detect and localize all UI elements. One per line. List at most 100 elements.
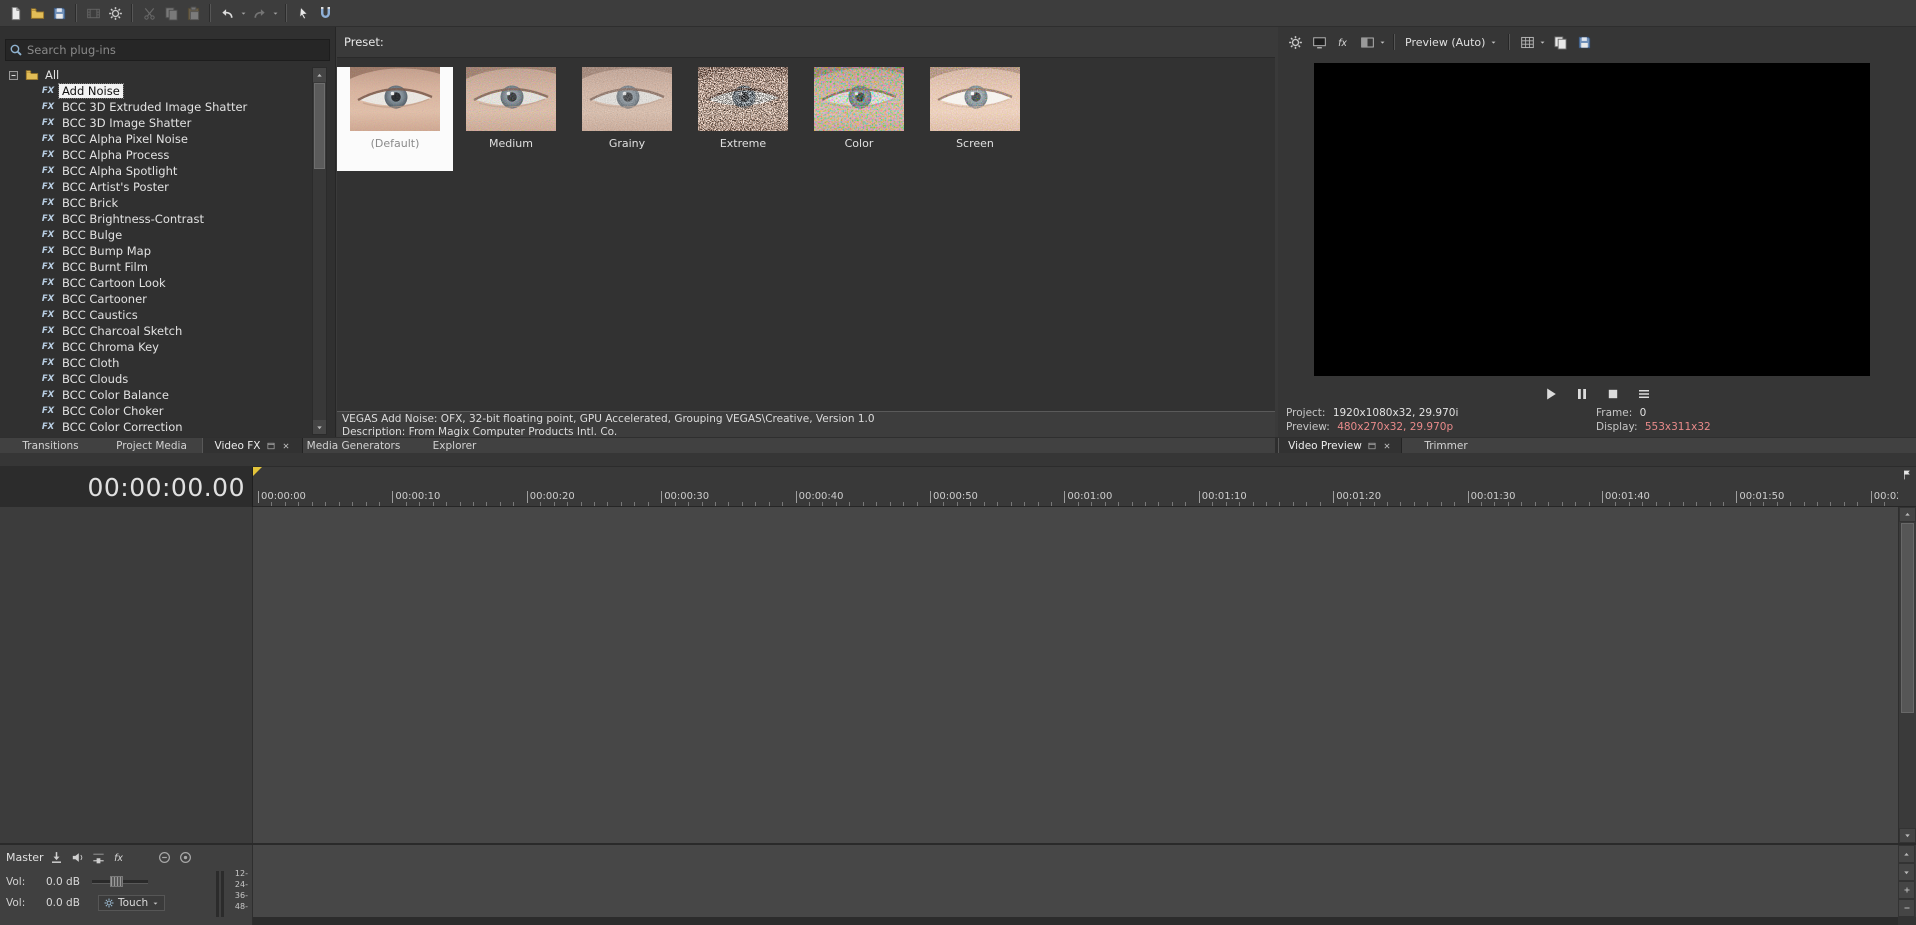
scrollbar-thumb[interactable] [314,83,325,169]
preset-item[interactable]: Grainy [569,67,685,171]
plugin-list-item[interactable]: FXBCC Cartooner [2,291,306,307]
save-project-button[interactable] [48,2,70,24]
plugin-list-item[interactable]: FXBCC Brick [2,195,306,211]
plugin-list-item[interactable]: FXBCC Alpha Spotlight [2,163,306,179]
preset-item[interactable]: Screen [917,67,1033,171]
render-as-button[interactable] [82,2,104,24]
dim-output-button[interactable] [69,849,86,866]
video-output-fx-button[interactable]: fx [1332,31,1354,53]
tab-trimmer[interactable]: Trimmer [1402,438,1490,453]
downmix-output-button[interactable] [48,849,65,866]
plugin-list-item[interactable]: FXBCC Burnt Film [2,259,306,275]
timeline-vertical-scrollbar[interactable] [1898,507,1916,843]
normal-edit-tool-button[interactable] [292,2,314,24]
plugin-list-item[interactable]: FXBCC Artist's Poster [2,179,306,195]
scroll-down-button[interactable] [313,420,326,434]
plugin-search-input[interactable] [25,42,329,58]
pause-button[interactable] [1571,383,1593,405]
plugin-list-item[interactable]: FXBCC 3D Image Shatter [2,115,306,131]
preset-item[interactable]: Extreme [685,67,801,171]
preview-quality-button[interactable]: Preview (Auto) [1401,31,1502,53]
bus-fader-button[interactable] [90,849,107,866]
plugin-list-item[interactable]: FXBCC Bulge [2,227,306,243]
plugin-list-item[interactable]: FXBCC Color Choker [2,403,306,419]
plugin-list-item[interactable]: FXBCC Bump Map [2,243,306,259]
timeline-horizontal-scrollbar[interactable] [253,917,1898,925]
plugin-list-item[interactable]: FXBCC Charcoal Sketch [2,323,306,339]
dock-icon[interactable] [1367,441,1377,451]
plugin-list-item[interactable]: FXBCC Caustics [2,307,306,323]
volume-fader[interactable] [92,880,148,884]
play-button[interactable] [1540,383,1562,405]
tab-transitions[interactable]: Transitions [0,438,101,453]
preset-item[interactable]: Medium [453,67,569,171]
preset-item[interactable]: (Default) [337,67,453,171]
tab-explorer[interactable]: Explorer [404,438,505,453]
plugin-list-item[interactable]: FXBCC Alpha Process [2,147,306,163]
window-dock-tabs: TransitionsProject MediaVideo FXMedia Ge… [0,437,1275,453]
redo-button[interactable] [248,2,270,24]
enable-snapping-button[interactable] [314,2,336,24]
timecode-display[interactable]: 00:00:00.00 [0,467,253,507]
collapse-expander-icon[interactable] [9,71,18,80]
master-bus-track[interactable] [253,845,1898,917]
redo-dropdown-caret-icon[interactable] [270,2,280,24]
plugin-list-item[interactable]: FXBCC Brightness-Contrast [2,211,306,227]
scroll-down-button[interactable] [1899,828,1916,843]
mute-button[interactable] [156,849,173,866]
track-height-up-button[interactable] [1898,845,1915,863]
timeline-ruler[interactable]: 00:00:0000:00:1000:00:2000:00:3000:00:40… [253,467,1898,507]
paste-button[interactable] [182,2,204,24]
copy-snapshot-button[interactable] [1549,31,1571,53]
plugin-list-item[interactable]: FXBCC Color Correction [2,419,306,435]
new-project-button[interactable] [4,2,26,24]
plugin-list-item[interactable]: FXBCC Cartoon Look [2,275,306,291]
split-screen-caret-icon[interactable] [1378,38,1387,47]
plugin-list-item[interactable]: FXBCC Alpha Pixel Noise [2,131,306,147]
scrollbar-thumb[interactable] [1901,523,1914,713]
cut-button[interactable] [138,2,160,24]
tab-project-media[interactable]: Project Media [101,438,202,453]
overlays-caret-icon[interactable] [1538,38,1547,47]
scroll-up-button[interactable] [313,68,326,82]
video-output-button[interactable] [1308,31,1330,53]
plugin-list-item[interactable]: FXBCC Color Balance [2,387,306,403]
zoom-in-button[interactable] [1898,881,1915,899]
plugin-list-item[interactable]: FXBCC Clouds [2,371,306,387]
tab-video-fx[interactable]: Video FX [202,438,303,453]
stop-button[interactable] [1602,383,1624,405]
plugin-list-item[interactable]: FXBCC Cloth [2,355,306,371]
playhead-marker[interactable] [253,467,262,476]
tab-video-preview[interactable]: Video Preview [1278,438,1402,453]
tree-item-all[interactable]: All [2,67,306,83]
overlays-button[interactable] [1516,31,1538,53]
undo-button[interactable] [216,2,238,24]
save-snapshot-button[interactable] [1573,31,1595,53]
tab-media-generators[interactable]: Media Generators [303,438,404,453]
marker-tool-icon[interactable] [1901,469,1913,506]
search-icon[interactable] [9,43,23,57]
fader-handle[interactable] [110,876,123,887]
playback-menu-button[interactable] [1633,383,1655,405]
plugin-tree-scrollbar[interactable] [312,67,327,435]
close-icon[interactable] [281,441,291,451]
close-icon[interactable] [1382,441,1392,451]
project-video-properties-button[interactable] [1284,31,1306,53]
plugin-list-item[interactable]: FXAdd Noise [2,83,306,99]
plugin-list-item[interactable]: FXBCC 3D Extruded Image Shatter [2,99,306,115]
preset-item[interactable]: Color [801,67,917,171]
solo-button[interactable] [177,849,194,866]
track-area[interactable] [253,507,1898,843]
project-properties-button[interactable] [104,2,126,24]
scroll-up-button[interactable] [1899,507,1916,522]
split-screen-view-button[interactable] [1356,31,1378,53]
copy-button[interactable] [160,2,182,24]
open-project-button[interactable] [26,2,48,24]
zoom-out-button[interactable] [1898,899,1915,917]
plugin-list-item[interactable]: FXBCC Chroma Key [2,339,306,355]
undo-dropdown-caret-icon[interactable] [238,2,248,24]
dock-icon[interactable] [266,441,276,451]
track-height-down-button[interactable] [1898,863,1915,881]
automation-mode-button[interactable]: Touch [98,895,165,911]
insert-fx-button[interactable]: fx [111,849,128,866]
